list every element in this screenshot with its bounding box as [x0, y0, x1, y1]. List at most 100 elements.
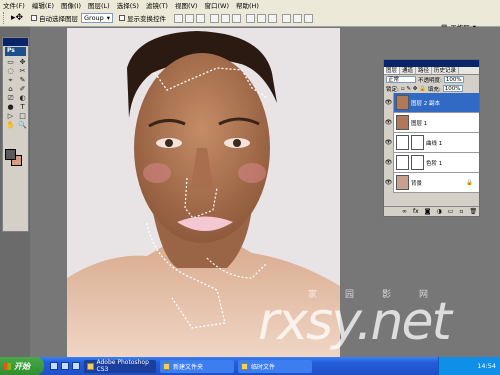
distribute-hcenter-icon[interactable]	[293, 13, 302, 23]
distribute-top-icon[interactable]	[246, 13, 255, 23]
opacity-label: 不透明度:	[418, 77, 442, 84]
taskbar-button-0[interactable]: Adobe Photoshop CS3	[84, 359, 156, 373]
lock-icons[interactable]: ▫ ✎ ✥ 🔒	[401, 86, 426, 92]
visibility-eye-icon[interactable]: 👁	[384, 112, 394, 133]
watermark-char-1: 园	[345, 290, 355, 300]
tool-icon-15[interactable]: 🔍	[17, 121, 28, 129]
distribute-left-icon[interactable]	[282, 13, 291, 23]
start-button[interactable]: 开始	[0, 357, 44, 375]
visibility-eye-icon[interactable]: 👁	[384, 132, 394, 153]
watermark-text: rxsy.net	[258, 292, 452, 352]
layers-footer-icon-1[interactable]: fx	[413, 208, 419, 215]
align-vcenter-icon[interactable]	[185, 13, 194, 23]
tool-icon-11[interactable]: T	[17, 103, 28, 111]
lock-fill-row: 锁定: ▫ ✎ ✥ 🔒 填充: 100%	[384, 84, 479, 93]
layer-thumbnail	[396, 155, 409, 170]
align-left-icon[interactable]	[210, 13, 219, 23]
menu-item-3[interactable]: 图层(L)	[88, 0, 110, 10]
task-label: 新建文件夹	[173, 363, 204, 371]
layer-row[interactable]: 👁 图层 1	[384, 112, 479, 133]
media-player-icon[interactable]	[72, 362, 80, 370]
menu-item-5[interactable]: 滤镜(T)	[146, 0, 168, 10]
align-top-icon[interactable]	[174, 13, 183, 23]
layer-row[interactable]: 👁 色阶 1	[384, 152, 479, 173]
tool-icon-1[interactable]: ✥	[17, 58, 28, 66]
watermark-chars: 家园影网	[308, 287, 428, 300]
layer-thumbnail	[396, 175, 409, 190]
task-buttons: Adobe Photoshop CS3 新建文件夹 临时文件	[80, 359, 312, 373]
taskbar: 开始 Adobe Photoshop CS3 新建文件夹 临时文件 14:54	[0, 357, 500, 375]
opacity-field[interactable]: 100%	[443, 76, 464, 83]
distribute-right-icon[interactable]	[304, 13, 313, 23]
panel-tab-2[interactable]: 路径	[416, 67, 433, 74]
tool-icon-13[interactable]: □	[17, 112, 28, 120]
tool-icon-5[interactable]: ✎	[17, 76, 28, 84]
menu-item-7[interactable]: 窗口(W)	[204, 0, 229, 10]
layers-footer-icon-0[interactable]: ∞	[402, 208, 407, 215]
tool-icon-0[interactable]: ▭	[5, 58, 16, 66]
layer-name: 色阶 1	[426, 160, 443, 167]
menu-item-0[interactable]: 文件(F)	[3, 0, 25, 10]
layer-mask-thumbnail	[411, 155, 424, 170]
taskbar-button-2[interactable]: 临时文件	[238, 359, 312, 373]
move-tool-icon[interactable]: ▸✥	[9, 12, 25, 24]
layer-row[interactable]: 👁 图层 2 副本	[384, 92, 479, 113]
layer-name: 图层 1	[411, 120, 428, 127]
tool-icon-12[interactable]: ▷	[5, 112, 16, 120]
align-bottom-icon[interactable]	[196, 13, 205, 23]
clock: 14:54	[477, 362, 496, 370]
distribute-vcenter-icon[interactable]	[257, 13, 266, 23]
show-transform-checkbox[interactable]	[119, 15, 125, 21]
visibility-eye-icon[interactable]: 👁	[384, 172, 394, 193]
layers-footer-icon-2[interactable]: ◙	[425, 208, 431, 215]
blend-mode-select[interactable]: 正常	[386, 76, 416, 83]
panel-tab-3[interactable]: 历史记录	[432, 67, 460, 74]
layers-footer-icon-3[interactable]: ◑	[437, 208, 442, 215]
tools-grid: ▭ ✥ ◌ ✂ ⌖ ✎ ⌂ ✐ ⎚ ◐ ● T ▷ □ ✋ 🔍	[3, 57, 28, 130]
tool-icon-2[interactable]: ◌	[5, 67, 16, 75]
task-app-icon	[87, 362, 94, 370]
task-app-icon	[163, 362, 170, 370]
visibility-eye-icon[interactable]: 👁	[384, 92, 394, 113]
show-desktop-icon[interactable]	[50, 362, 58, 370]
layer-row[interactable]: 👁 曲线 1	[384, 132, 479, 153]
menu-item-2[interactable]: 图像(I)	[61, 0, 81, 10]
layers-footer-icon-4[interactable]: ▭	[448, 208, 454, 215]
taskbar-button-1[interactable]: 新建文件夹	[160, 359, 234, 373]
panel-tab-1[interactable]: 通道	[400, 67, 417, 74]
tool-icon-8[interactable]: ⎚	[5, 94, 16, 102]
layers-panel-tabs: 图层 通道 路径 历史记录	[384, 67, 479, 75]
layers-footer-icon-6[interactable]: 🗑	[470, 208, 478, 215]
tool-icon-9[interactable]: ◐	[17, 94, 28, 102]
layers-panel-footer: ∞ fx ◙ ◑ ▭ ▫ 🗑	[384, 206, 479, 216]
menu-item-4[interactable]: 选择(S)	[117, 0, 139, 10]
watermark-char-2: 影	[382, 290, 392, 300]
tool-icon-4[interactable]: ⌖	[5, 76, 16, 84]
fill-field[interactable]: 100%	[442, 85, 463, 92]
windows-flag-icon	[4, 362, 11, 370]
align-right-icon[interactable]	[232, 13, 241, 23]
layers-panel-titlebar	[384, 60, 479, 67]
align-hcenter-icon[interactable]	[221, 13, 230, 23]
foreground-color-swatch[interactable]	[5, 149, 16, 160]
menu-item-6[interactable]: 视图(V)	[175, 0, 198, 10]
visibility-eye-icon[interactable]: 👁	[384, 152, 394, 173]
tool-icon-3[interactable]: ✂	[17, 67, 28, 75]
tool-icon-6[interactable]: ⌂	[5, 85, 16, 93]
ie-icon[interactable]	[61, 362, 69, 370]
tools-panel: Ps ▭ ✥ ◌ ✂ ⌖ ✎ ⌂ ✐ ⎚ ◐ ● T ▷ □ ✋ 🔍	[2, 37, 29, 232]
layer-row[interactable]: 👁 背景 🔒	[384, 172, 479, 193]
distribute-bottom-icon[interactable]	[268, 13, 277, 23]
tool-icon-14[interactable]: ✋	[5, 121, 16, 129]
fill-label: 填充:	[427, 86, 441, 93]
panel-tab-0[interactable]: 图层	[384, 67, 401, 74]
group-select[interactable]: Group ▾	[81, 13, 113, 23]
auto-select-checkbox[interactable]	[31, 15, 37, 21]
menu-item-1[interactable]: 编辑(E)	[32, 0, 54, 10]
tool-icon-10[interactable]: ●	[5, 103, 16, 111]
lock-icon: 🔒	[466, 179, 473, 186]
layers-footer-icon-5[interactable]: ▫	[459, 208, 463, 215]
chevron-down-icon: ▾	[106, 14, 110, 22]
tool-icon-7[interactable]: ✐	[17, 85, 28, 93]
menu-item-8[interactable]: 帮助(H)	[236, 0, 259, 10]
